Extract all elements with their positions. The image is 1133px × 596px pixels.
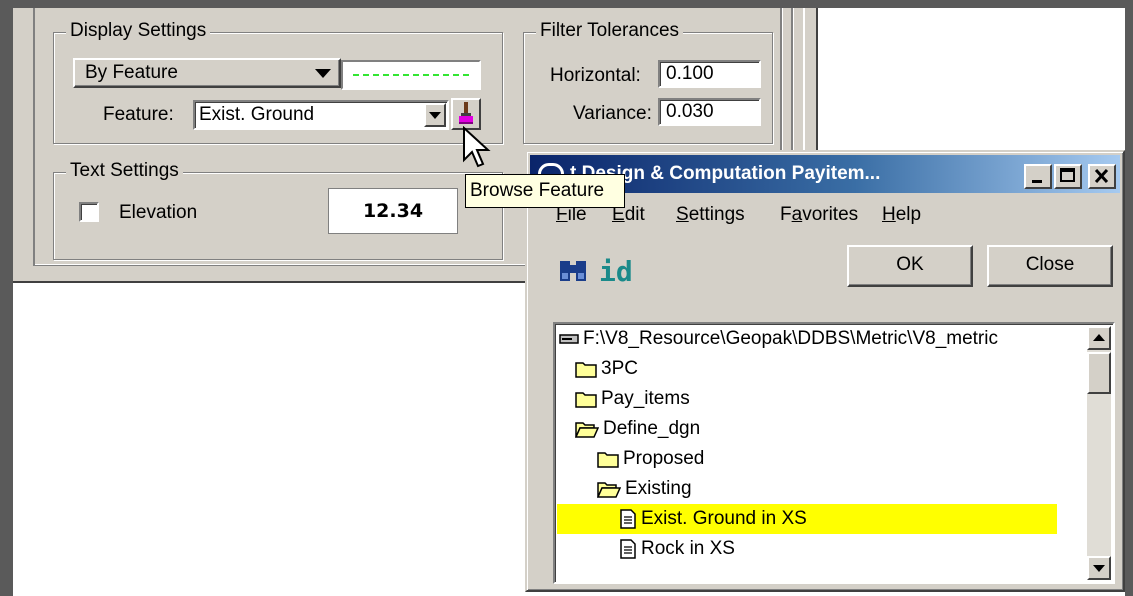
horizontal-value: 0.100 [666, 63, 714, 84]
text-preview-value: 12.34 [362, 200, 424, 222]
variance-value: 0.030 [666, 101, 714, 122]
id-icon[interactable]: id [597, 255, 653, 287]
menu-settings[interactable]: Settings [676, 204, 745, 226]
tree-item-existing[interactable]: Existing [597, 474, 692, 504]
close-window-button[interactable] [1088, 164, 1116, 189]
screen-frame-left [0, 0, 13, 596]
folder-icon [575, 362, 597, 378]
scroll-thumb[interactable] [1087, 352, 1111, 394]
scroll-up-button[interactable] [1087, 326, 1111, 350]
variance-label: Variance: [573, 103, 652, 124]
minimize-icon [1032, 180, 1042, 183]
tree-item-3pc[interactable]: 3PC [575, 354, 638, 384]
feature-combobox[interactable]: Exist. Ground [193, 100, 449, 130]
minimize-button[interactable] [1024, 164, 1052, 189]
tree-scrollbar[interactable] [1087, 326, 1111, 580]
tree-root-label: F:\V8_Resource\Geopak\DDBS\Metric\V8_met… [583, 328, 998, 349]
paintbrush-icon [459, 102, 473, 124]
folder-icon [597, 452, 619, 468]
tree-item-proposed[interactable]: Proposed [597, 444, 704, 474]
elevation-label: Elevation [119, 202, 198, 223]
drive-icon [559, 334, 579, 344]
tree-item-exist-ground-in-xs[interactable]: Exist. Ground in XS [557, 504, 1057, 534]
text-preview-box: 12.34 [328, 188, 458, 234]
folder-icon [575, 392, 597, 408]
screen-frame-top [0, 0, 1133, 8]
folder-open-icon [597, 482, 621, 498]
tree-item-define-dgn[interactable]: Define_dgn [575, 414, 700, 444]
maximize-icon [1060, 168, 1075, 182]
chevron-down-icon [429, 112, 441, 119]
dashed-line-swatch [353, 74, 469, 76]
feature-value: Exist. Ground [199, 104, 315, 125]
payitem-dialog: t Design & Computation Payitem... File E… [525, 150, 1125, 592]
display-mode-dropdown[interactable]: By Feature [73, 58, 341, 88]
menu-help[interactable]: Help [882, 204, 921, 226]
display-mode-value: By Feature [85, 62, 178, 83]
close-button-label: Close [1025, 254, 1075, 275]
browse-feature-tooltip: Browse Feature [465, 174, 625, 208]
close-button[interactable]: Close [987, 245, 1113, 287]
mouse-pointer-icon [463, 126, 491, 168]
screen-frame-right [1125, 0, 1133, 596]
horizontal-input[interactable]: 0.100 [658, 60, 761, 88]
binoculars-icon[interactable] [557, 257, 591, 285]
document-icon [620, 539, 636, 559]
feature-tree[interactable]: F:\V8_Resource\Geopak\DDBS\Metric\V8_met… [553, 322, 1115, 584]
ok-button[interactable]: OK [847, 245, 973, 287]
close-icon [1094, 168, 1109, 184]
feature-dropdown-button[interactable] [424, 103, 446, 127]
tooltip-text: Browse Feature [470, 180, 605, 201]
document-icon [620, 509, 636, 529]
elevation-checkbox[interactable] [79, 202, 99, 222]
line-style-preview [341, 60, 481, 90]
feature-label: Feature: [103, 104, 174, 125]
svg-text:id: id [599, 255, 633, 287]
maximize-button[interactable] [1054, 164, 1082, 189]
horizontal-label: Horizontal: [550, 65, 641, 86]
tree-root-item[interactable]: F:\V8_Resource\Geopak\DDBS\Metric\V8_met… [559, 324, 1089, 354]
filter-tolerances-title: Filter Tolerances [536, 20, 684, 42]
tree-item-rock-in-xs[interactable]: Rock in XS [619, 534, 735, 564]
variance-input[interactable]: 0.030 [658, 98, 761, 126]
ok-button-label: OK [896, 254, 924, 275]
filter-tolerances-group: Filter Tolerances [523, 20, 773, 144]
folder-open-icon [575, 422, 599, 438]
tree-item-pay-items[interactable]: Pay_items [575, 384, 690, 414]
chevron-down-icon [315, 69, 331, 78]
arrow-up-icon [1093, 334, 1105, 341]
text-settings-title: Text Settings [66, 160, 183, 182]
arrow-down-icon [1093, 565, 1105, 572]
display-settings-title: Display Settings [66, 20, 211, 42]
menu-favorites[interactable]: Favorites [780, 204, 858, 226]
scroll-down-button[interactable] [1087, 556, 1111, 580]
